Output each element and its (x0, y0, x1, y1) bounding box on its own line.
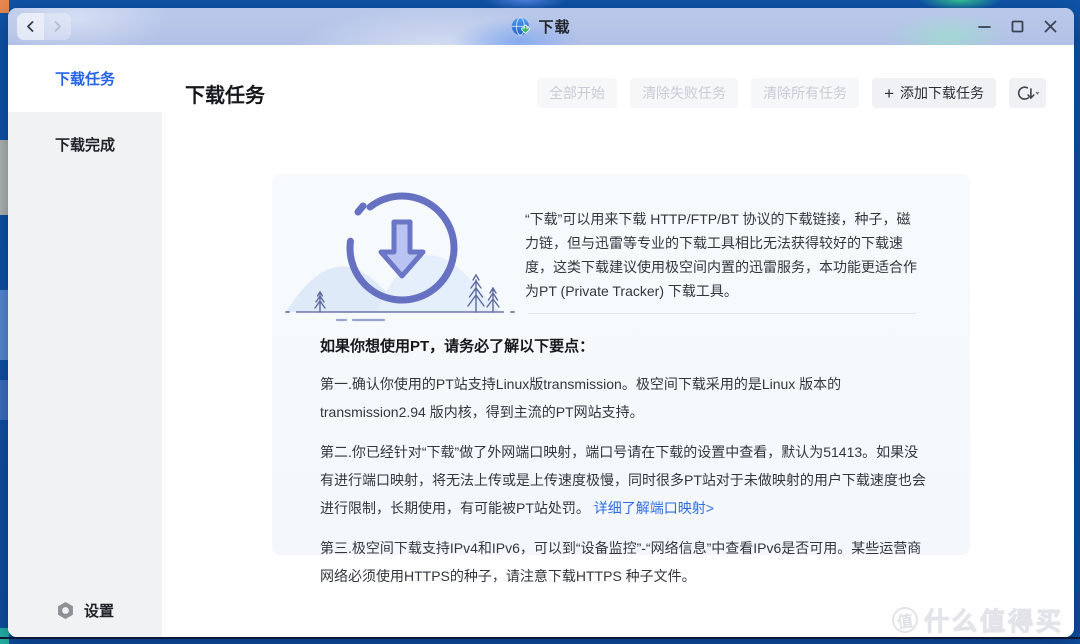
sidebar-item-download-complete[interactable]: 下载完成 (8, 112, 162, 176)
sidebar-item-label: 下载任务 (55, 68, 115, 89)
sidebar-item-label: 下载完成 (55, 134, 115, 155)
gear-icon (56, 601, 75, 620)
app-window: 下载 下载任务 (8, 8, 1074, 637)
download-illustration (280, 184, 520, 324)
sidebar: 下载任务 下载完成 设置 (8, 45, 162, 637)
sidebar-item-download-tasks[interactable]: 下载任务 (8, 45, 162, 112)
window-body: 下载任务 下载完成 设置 下载任务 全部开始 清除失败任务 清除所有任务 (8, 45, 1074, 637)
titlebar: 下载 (8, 8, 1074, 45)
chevron-left-icon (25, 21, 36, 32)
pt-point-1: 第一.确认你使用的PT站支持Linux版transmission。极空间下载采用… (320, 370, 928, 426)
maximize-icon (1011, 20, 1024, 33)
start-all-button[interactable]: 全部开始 (537, 78, 617, 108)
title-wrap: 下载 (8, 8, 1074, 45)
minimize-icon (978, 20, 991, 33)
forward-button[interactable] (44, 13, 71, 40)
add-download-task-label: 添加下载任务 (900, 83, 984, 103)
maximize-button[interactable] (1007, 17, 1027, 37)
pt-notes-section: 如果你想使用PT，请务必了解以下要点： 第一.确认你使用的PT站支持Linux版… (320, 335, 928, 602)
sort-order-button[interactable] (1009, 78, 1046, 108)
nav-pill (17, 13, 71, 40)
close-button[interactable] (1040, 17, 1060, 37)
window-controls (974, 8, 1060, 45)
card-divider (528, 313, 916, 314)
plus-icon: + (884, 85, 894, 102)
download-app-globe-icon (511, 17, 531, 37)
pt-point-1-text: 第一.确认你使用的PT站支持Linux版transmission。极空间下载采用… (320, 376, 841, 420)
main-header: 下载任务 全部开始 清除失败任务 清除所有任务 + 添加下载任务 (185, 78, 1046, 108)
sort-by-time-icon (1015, 85, 1040, 102)
window-title: 下载 (538, 16, 570, 37)
desktop-bottom-line (0, 637, 1080, 639)
pt-point-2: 第二.你已经针对“下载”做了外网端口映射，端口号请在下载的设置中查看，默认为51… (320, 438, 928, 522)
download-info-card: “下载”可以用来下载 HTTP/FTP/BT 协议的下载链接，种子，磁力链，但与… (272, 174, 970, 555)
pt-point-3-text: 第三.极空间下载支持IPv4和IPv6，可以到“设备监控”-“网络信息”中查看I… (320, 540, 921, 584)
minimize-button[interactable] (974, 17, 994, 37)
add-download-task-button[interactable]: + 添加下载任务 (872, 78, 996, 108)
pt-point-3: 第三.极空间下载支持IPv4和IPv6，可以到“设备监控”-“网络信息”中查看I… (320, 534, 928, 590)
download-intro-text: “下载”可以用来下载 HTTP/FTP/BT 协议的下载链接，种子，磁力链，但与… (525, 207, 923, 303)
main-content: 下载任务 全部开始 清除失败任务 清除所有任务 + 添加下载任务 (162, 45, 1074, 637)
back-button[interactable] (17, 13, 44, 40)
settings-label: 设置 (84, 600, 114, 621)
clear-all-button[interactable]: 清除所有任务 (751, 78, 859, 108)
chevron-right-icon (52, 21, 63, 32)
page-title: 下载任务 (185, 79, 265, 108)
port-mapping-link[interactable]: 详细了解端口映射> (594, 500, 714, 516)
toolbar: 全部开始 清除失败任务 清除所有任务 + 添加下载任务 (537, 78, 1046, 108)
close-icon (1044, 20, 1057, 33)
settings-button[interactable]: 设置 (8, 600, 162, 621)
pt-notes-heading: 如果你想使用PT，请务必了解以下要点： (320, 335, 928, 356)
clear-failed-button[interactable]: 清除失败任务 (630, 78, 738, 108)
